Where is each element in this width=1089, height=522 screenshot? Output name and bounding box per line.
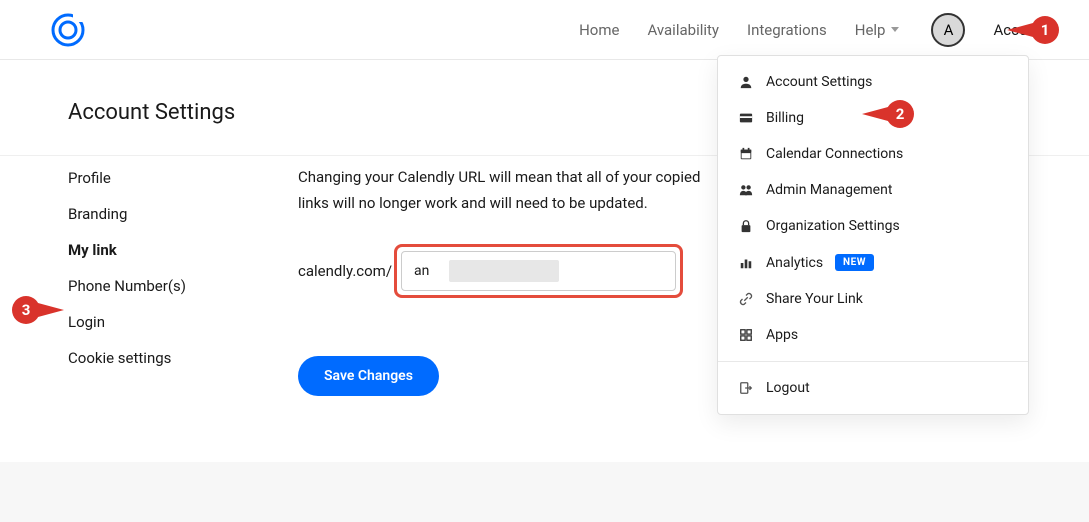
grid-icon <box>738 327 754 343</box>
sidebar-item-branding[interactable]: Branding <box>68 205 298 223</box>
url-prefix: calendly.com/ <box>298 262 392 280</box>
callout-1: 1 <box>1031 16 1059 44</box>
redacted-overlay <box>449 260 559 282</box>
callout-3: 3 <box>12 296 40 324</box>
nav-help-label: Help <box>855 21 886 39</box>
dropdown-calendar-connections[interactable]: Calendar Connections <box>718 136 1028 172</box>
chart-icon <box>738 255 754 271</box>
nav-integrations[interactable]: Integrations <box>747 21 827 39</box>
avatar[interactable]: A <box>931 13 965 47</box>
dropdown-item-label: Apps <box>766 327 798 343</box>
main-panel: Changing your Calendly URL will mean tha… <box>298 165 778 396</box>
chevron-down-icon <box>891 27 899 32</box>
dropdown-logout[interactable]: Logout <box>718 370 1028 406</box>
dropdown-item-label: Billing <box>766 110 804 126</box>
dropdown-item-label: Logout <box>766 380 810 396</box>
new-badge: NEW <box>835 254 874 271</box>
dropdown-item-label: Organization Settings <box>766 218 900 234</box>
dropdown-item-label: Analytics <box>766 255 823 271</box>
dropdown-admin-management[interactable]: Admin Management <box>718 172 1028 208</box>
calendly-logo[interactable] <box>50 12 86 48</box>
dropdown-organization-settings[interactable]: Organization Settings <box>718 208 1028 244</box>
dropdown-analytics[interactable]: Analytics NEW <box>718 244 1028 281</box>
save-button[interactable]: Save Changes <box>298 356 439 396</box>
callout-2: 2 <box>886 100 914 128</box>
header: Home Availability Integrations Help A Ac… <box>0 0 1089 60</box>
nav-availability[interactable]: Availability <box>647 21 719 39</box>
dropdown-account-settings[interactable]: Account Settings <box>718 64 1028 100</box>
footer-bg <box>0 462 1089 522</box>
mylink-description: Changing your Calendly URL will mean tha… <box>298 165 718 216</box>
sidebar-item-profile[interactable]: Profile <box>68 169 298 187</box>
logout-icon <box>738 380 754 396</box>
dropdown-item-label: Calendar Connections <box>766 146 903 162</box>
settings-sidebar: Profile Branding My link Phone Number(s)… <box>68 165 298 396</box>
lock-icon <box>738 218 754 234</box>
sidebar-item-my-link[interactable]: My link <box>68 241 298 259</box>
nav-home[interactable]: Home <box>579 21 619 39</box>
calendar-icon <box>738 146 754 162</box>
url-row: calendly.com/ <box>298 244 718 298</box>
url-input-highlight <box>394 244 683 298</box>
dropdown-apps[interactable]: Apps <box>718 317 1028 353</box>
sidebar-item-login[interactable]: Login <box>68 313 298 331</box>
dropdown-item-label: Share Your Link <box>766 291 863 307</box>
people-icon <box>738 182 754 198</box>
dropdown-share-link[interactable]: Share Your Link <box>718 281 1028 317</box>
link-icon <box>738 291 754 307</box>
sidebar-item-cookie[interactable]: Cookie settings <box>68 349 298 367</box>
dropdown-item-label: Account Settings <box>766 74 872 90</box>
person-icon <box>738 74 754 90</box>
card-icon <box>738 110 754 126</box>
dropdown-item-label: Admin Management <box>766 182 892 198</box>
top-nav: Home Availability Integrations Help A Ac… <box>579 13 1049 47</box>
nav-help[interactable]: Help <box>855 21 900 39</box>
sidebar-item-phone[interactable]: Phone Number(s) <box>68 277 298 295</box>
